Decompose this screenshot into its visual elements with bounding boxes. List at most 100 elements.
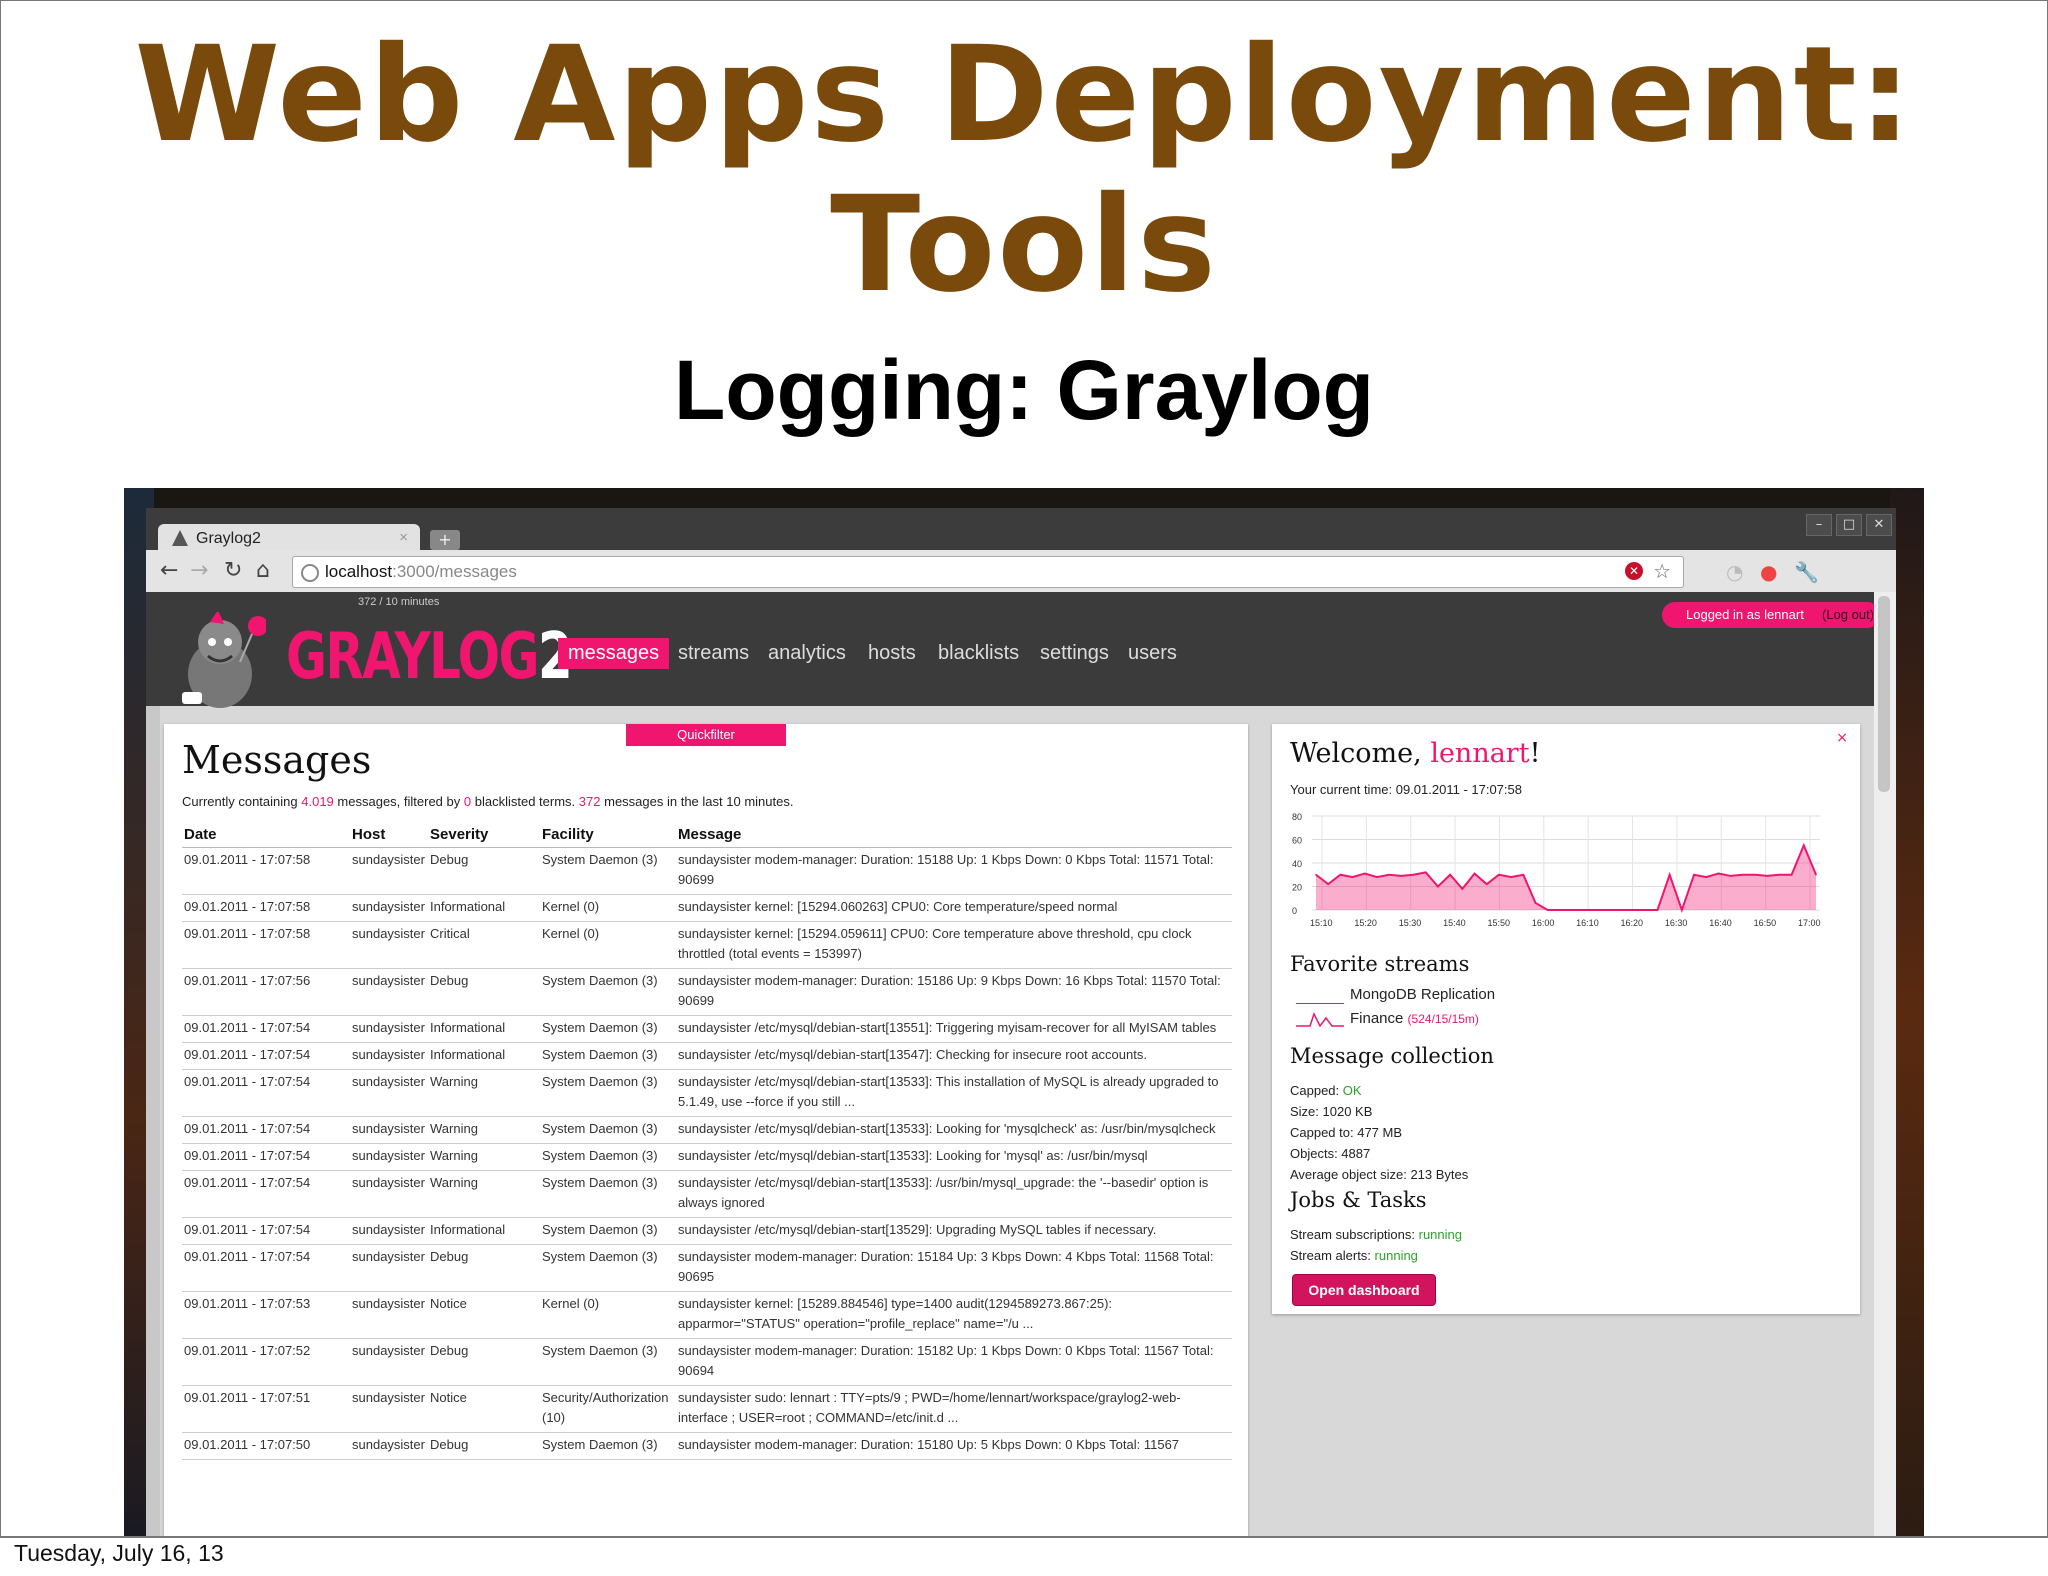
cell-facility: System Daemon (3) [540,1015,676,1043]
cell-message: sundaysister /etc/mysql/debian-start[135… [676,1042,1232,1070]
chart-point [1705,876,1708,878]
nav-analytics[interactable]: analytics [758,638,856,669]
maximize-button[interactable]: □ [1836,514,1862,536]
blocked-icon[interactable]: ✕ [1625,562,1643,580]
graylog-logo[interactable]: GRAYLOG2 [286,620,573,694]
table-row[interactable]: 09.01.2011 - 17:07:50 sundaysister Debug Sy… [182,1432,1232,1460]
cell-facility: Kernel (0) [540,921,676,969]
footer-divider [0,1536,2048,1537]
chart-point [1571,909,1573,911]
wrench-menu-icon[interactable]: 🔧 [1794,560,1819,584]
close-window-button[interactable]: ✕ [1866,514,1892,536]
cell-facility: System Daemon (3) [540,1170,676,1218]
table-row[interactable]: 09.01.2011 - 17:07:51 sundaysister Notice S… [182,1385,1232,1433]
nav-users[interactable]: users [1118,638,1187,669]
chart-point [1803,844,1805,847]
col-facility: Facility [540,822,676,848]
nav-hosts[interactable]: hosts [858,638,926,669]
bookmark-star-icon[interactable]: ☆ [1653,559,1671,584]
cell-date: 09.01.2011 - 17:07:52 [182,1338,350,1386]
table-row[interactable]: 09.01.2011 - 17:07:58 sundaysister Informa… [182,894,1232,922]
chart-y-tick: 20 [1292,883,1302,893]
chart-point [1534,902,1537,904]
stream-item[interactable]: Finance (524/15/15m) [1296,1010,1479,1028]
nav-settings[interactable]: settings [1030,638,1119,669]
table-row[interactable]: 09.01.2011 - 17:07:58 sundaysister Critica… [182,921,1232,969]
cell-facility: Kernel (0) [540,1291,676,1339]
chart-point [1315,873,1317,876]
chart-x-tick: 16:30 [1665,918,1688,928]
quickfilter-button[interactable]: Quickfilter [626,724,786,746]
chart-x-tick: 16:40 [1709,918,1732,928]
chart-point [1778,873,1781,876]
table-row[interactable]: 09.01.2011 - 17:07:54 sundaysister Informa… [182,1217,1232,1245]
table-row[interactable]: 09.01.2011 - 17:07:54 sundaysister Informa… [182,1042,1232,1070]
favorite-streams-heading: Favorite streams [1290,952,1470,976]
login-status: Logged in as lennart (Log out) [1662,602,1880,628]
stream-sparkline-icon [1296,986,1344,1004]
cell-message: sundaysister /etc/mysql/debian-start[135… [676,1143,1232,1171]
graylog-navbar: 372 / 10 minutes GRAYLOG2 messages strea… [146,592,1880,708]
cell-host: sundaysister [350,1432,428,1460]
table-row[interactable]: 09.01.2011 - 17:07:54 sundaysister Warning… [182,1069,1232,1117]
clock-extension-icon[interactable]: ◔ [1726,560,1743,584]
cell-severity: Warning [428,1116,540,1144]
table-row[interactable]: 09.01.2011 - 17:07:54 sundaysister Warning… [182,1143,1232,1171]
table-row[interactable]: 09.01.2011 - 17:07:53 sundaysister Notice K… [182,1291,1232,1339]
chart-point [1424,871,1427,874]
stream-item[interactable]: MongoDB Replication [1296,986,1495,1004]
cell-date: 09.01.2011 - 17:07:51 [182,1385,350,1433]
job-status: running [1418,1227,1462,1242]
chart-point [1327,883,1329,885]
open-dashboard-button[interactable]: Open dashboard [1292,1274,1436,1306]
cell-host: sundaysister [350,1217,428,1245]
nav-messages[interactable]: messages [558,638,670,669]
forward-icon[interactable]: → [190,558,208,583]
new-tab-button[interactable]: + [430,530,460,550]
cell-severity: Informational [428,1217,540,1245]
table-row[interactable]: 09.01.2011 - 17:07:52 sundaysister Debug Sy… [182,1338,1232,1386]
minimize-button[interactable]: – [1806,514,1832,536]
home-icon[interactable]: ⌂ [256,558,270,583]
cell-facility: System Daemon (3) [540,968,676,1016]
chart-point [1681,909,1683,911]
chrome-extension-icon[interactable]: ● [1760,560,1777,584]
table-row[interactable]: 09.01.2011 - 17:07:54 sundaysister Warning… [182,1170,1232,1218]
table-row[interactable]: 09.01.2011 - 17:07:58 sundaysister Debug Sy… [182,847,1232,895]
chart-point [1412,873,1415,876]
logout-link[interactable]: (Log out) [1822,602,1874,628]
nav-blacklists[interactable]: blacklists [928,638,1029,669]
table-row[interactable]: 09.01.2011 - 17:07:56 sundaysister Debug Sy… [182,968,1232,1016]
screenshot: Graylog2 × + – □ ✕ ← → ↻ ⌂ localhost:300… [124,488,1924,1536]
nav-streams[interactable]: streams [668,638,759,669]
table-row[interactable]: 09.01.2011 - 17:07:54 sundaysister Warning… [182,1116,1232,1144]
chart-x-tick: 15:20 [1354,918,1377,928]
cell-message: sundaysister /etc/mysql/debian-start[135… [676,1170,1232,1218]
cell-severity: Informational [428,1042,540,1070]
tab-close-icon[interactable]: × [399,529,408,546]
chart-point [1400,875,1403,877]
chart-point [1339,873,1342,876]
table-row[interactable]: 09.01.2011 - 17:07:54 sundaysister Debug Sy… [182,1244,1232,1292]
jobs-list: Stream subscriptions: running Stream ale… [1290,1227,1462,1263]
cell-severity: Debug [428,1338,540,1386]
slide-title-line2: Tools [830,168,1218,322]
cell-host: sundaysister [350,1015,428,1043]
address-bar[interactable]: localhost:3000/messages ✕ ☆ [292,556,1684,588]
page-scrollbar[interactable] [1874,592,1896,1536]
reload-icon[interactable]: ↻ [224,558,242,583]
chart-x-tick: 16:10 [1576,918,1599,928]
stream-name[interactable]: Finance [1350,1010,1403,1027]
stream-name[interactable]: MongoDB Replication [1350,986,1495,1003]
table-row[interactable]: 09.01.2011 - 17:07:54 sundaysister Informa… [182,1015,1232,1043]
back-icon[interactable]: ← [160,558,178,583]
welcome-username: lennart [1430,738,1530,769]
chart-point [1717,872,1720,875]
close-icon[interactable]: × [1836,730,1848,746]
chart-point [1546,909,1549,911]
cell-host: sundaysister [350,1042,428,1070]
cell-date: 09.01.2011 - 17:07:58 [182,921,350,969]
cell-date: 09.01.2011 - 17:07:54 [182,1170,350,1218]
scrollbar-thumb[interactable] [1878,596,1890,792]
chart-point [1485,883,1488,885]
